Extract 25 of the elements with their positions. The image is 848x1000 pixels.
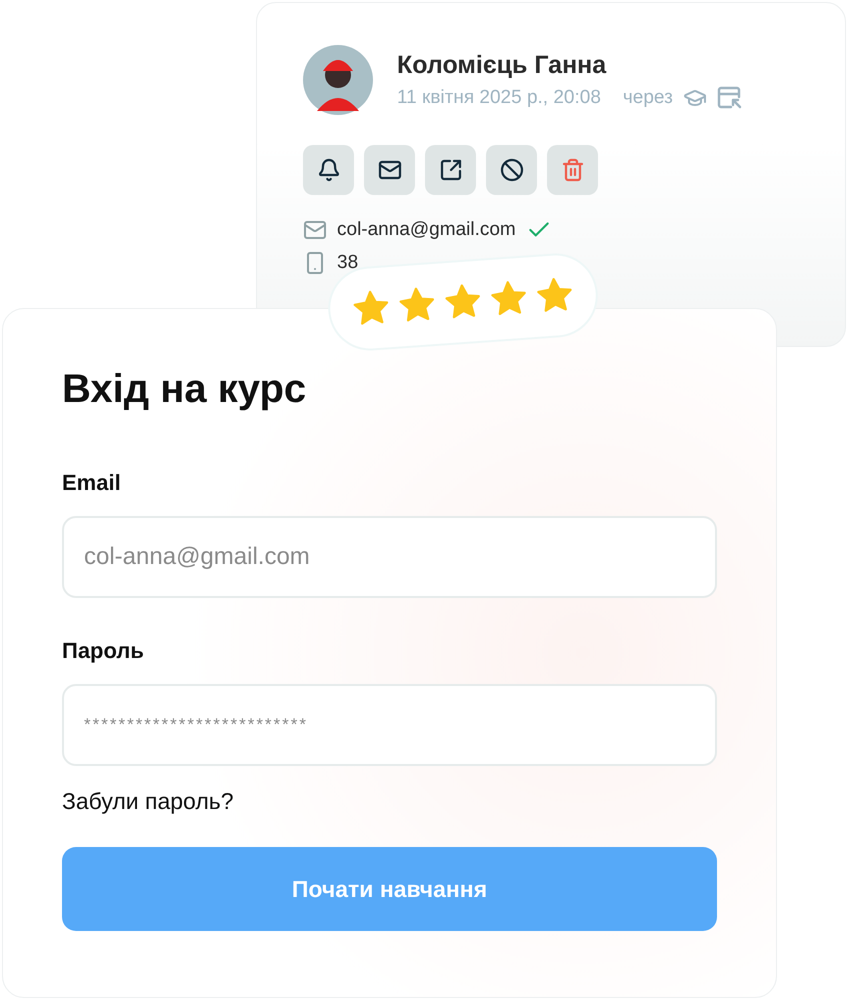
window-cursor-icon	[716, 86, 743, 110]
via-label: через	[622, 86, 673, 108]
external-button[interactable]	[425, 145, 476, 195]
email-address: col-anna@gmail.com	[337, 219, 516, 241]
phone-number: 38	[337, 252, 358, 274]
delete-button[interactable]	[547, 145, 598, 195]
timestamp: 11 квітня 2025 р., 20:08	[397, 86, 601, 108]
envelope-icon	[378, 158, 402, 182]
submit-button[interactable]: Почати навчання	[62, 847, 717, 931]
form-title: Вхід на курс	[62, 367, 308, 412]
field-label: Пароль	[62, 638, 145, 664]
user-name: Коломієць Ганна	[397, 50, 608, 80]
trash-icon	[560, 158, 584, 182]
block-icon	[500, 158, 524, 182]
email-field[interactable]: col-anna@gmail.com	[62, 516, 717, 598]
block-button[interactable]	[486, 145, 537, 195]
mail-icon	[303, 218, 327, 242]
password-field[interactable]: **************************	[62, 684, 717, 766]
field-label: Email	[62, 470, 122, 496]
avatar	[303, 45, 373, 115]
bell-button[interactable]	[303, 145, 354, 195]
external-link-icon	[438, 158, 462, 182]
mail-button[interactable]	[364, 145, 415, 195]
forgot-password-link[interactable]: Забули пароль?	[62, 788, 234, 815]
bell-icon	[316, 158, 340, 182]
